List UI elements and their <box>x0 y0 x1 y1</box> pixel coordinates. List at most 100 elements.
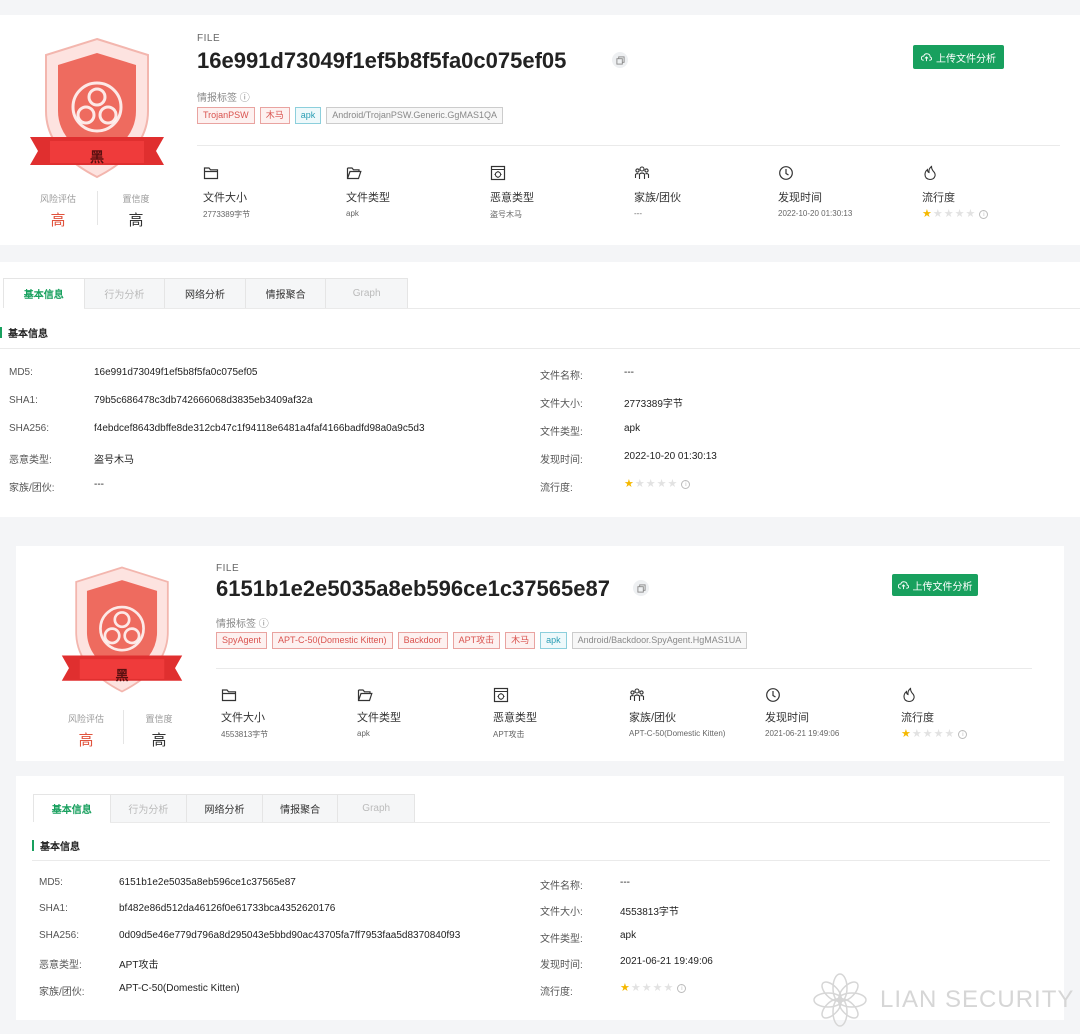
info-icon[interactable]: i <box>958 730 968 739</box>
lotus-logo-icon <box>813 973 867 1027</box>
tag-item[interactable]: TrojanPSW <box>197 107 255 124</box>
file-label: FILE <box>216 563 240 574</box>
intel-tags: TrojanPSW 木马 apk Android/TrojanPSW.Gener… <box>197 107 503 124</box>
md5-value: 16e991d73049f1ef5b8f5fa0c075ef05 <box>94 367 258 378</box>
family-value: --- <box>94 479 104 490</box>
threat-badge-icon: 黑 <box>60 562 184 697</box>
copy-icon[interactable] <box>633 580 649 596</box>
star-icon: ★ <box>663 982 674 994</box>
tag-item[interactable]: 木马 <box>505 632 536 649</box>
kv-label: 家族/团伙: <box>39 987 85 998</box>
malware-type-value: 盗号木马 <box>94 455 134 466</box>
star-icon: ★ <box>901 728 911 740</box>
star-icon: ★ <box>965 208 976 220</box>
popularity-stars: ★ ★ ★ ★ ★ i <box>901 729 1041 740</box>
stat-popularity: 流行度 ★ ★ ★ ★ ★ i <box>901 687 1041 740</box>
upload-file-button[interactable]: 上传文件分析 <box>913 45 1004 69</box>
sha1-value: 79b5c686478c3db742666068d3835eb3409af32a <box>94 395 313 406</box>
kv-label: 文件大小: <box>540 399 583 410</box>
file-summary-card: 黑 风险评估 高 置信度 高 FILE 16e991d73049f1ef5b8f… <box>0 15 1080 245</box>
tag-item[interactable]: apk <box>540 632 567 649</box>
section-divider <box>0 348 1080 349</box>
star-icon: ★ <box>634 478 645 490</box>
stat-file-type: 文件类型 apk <box>346 165 486 218</box>
tab-basic-info[interactable]: 基本信息 <box>34 795 111 822</box>
tag-item[interactable]: Android/Backdoor.SpyAgent.HgMAS1UA <box>571 632 748 649</box>
tab-intel[interactable]: 情报聚合 <box>262 795 339 822</box>
copy-icon[interactable] <box>612 52 628 68</box>
star-icon: ★ <box>624 478 634 490</box>
confidence: 置信度 高 <box>122 194 150 229</box>
tag-item[interactable]: Backdoor <box>397 632 448 649</box>
info-icon[interactable]: i <box>677 984 687 993</box>
tab-bar: 基本信息 行为分析 网络分析 情报聚合 Graph <box>33 794 415 822</box>
risk-divider <box>123 710 124 744</box>
kv-label: 流行度: <box>540 987 573 998</box>
upload-file-button[interactable]: 上传文件分析 <box>892 574 978 596</box>
stat-file-size: 文件大小 2773389字节 <box>203 165 343 220</box>
folder-open-icon <box>346 165 362 181</box>
kv-label: 文件名称: <box>540 371 583 382</box>
badge-label: 黑 <box>115 668 129 683</box>
tab-basic-info[interactable]: 基本信息 <box>4 279 85 308</box>
tab-bar: 基本信息 行为分析 网络分析 情报聚合 Graph <box>3 278 408 308</box>
clock-icon <box>765 687 781 703</box>
flame-icon <box>922 165 938 181</box>
tag-item[interactable]: 木马 <box>259 107 290 124</box>
group-icon <box>629 687 645 703</box>
info-icon: ⓘ <box>258 619 269 630</box>
star-icon: ★ <box>656 478 667 490</box>
stat-file-type: 文件类型 apk <box>357 687 497 738</box>
tab-network[interactable]: 网络分析 <box>187 795 263 822</box>
stat-discovery-time: 发现时间 2022-10-20 01:30:13 <box>778 165 918 218</box>
tab-graph[interactable]: Graph <box>326 279 407 308</box>
stat-family: 家族/团伙 APT-C-50(Domestic Kitten) <box>629 687 769 738</box>
star-icon: ★ <box>933 728 944 740</box>
popularity-stars: ★ ★ ★ ★ ★ i <box>922 209 1062 220</box>
md5-value: 6151b1e2e5035a8eb596ce1c37565e87 <box>119 877 296 888</box>
tab-underline <box>110 822 1050 823</box>
star-icon: ★ <box>943 208 954 220</box>
star-icon: ★ <box>911 728 922 740</box>
info-icon: ⓘ <box>239 93 250 104</box>
kv-label: MD5: <box>9 367 33 378</box>
details-panel: 基本信息 行为分析 网络分析 情报聚合 Graph 基本信息 MD5: 16e9… <box>0 262 1080 517</box>
star-icon: ★ <box>922 728 933 740</box>
sha256-value: f4ebdcef8643dbffe8de312cb47c1f94118e6481… <box>94 423 425 434</box>
tag-item[interactable]: Android/TrojanPSW.Generic.GgMAS1QA <box>326 107 503 124</box>
tab-behavior[interactable]: 行为分析 <box>84 279 166 308</box>
tag-item[interactable]: apk <box>294 107 322 124</box>
popularity-stars: ★ ★ ★ ★ ★ i <box>624 478 691 490</box>
confidence: 置信度 高 <box>145 714 173 749</box>
file-hash-title: 6151b1e2e5035a8eb596ce1c37565e87 <box>216 576 610 601</box>
kv-label: 发现时间: <box>540 960 583 971</box>
header-divider <box>197 145 1060 146</box>
tab-behavior[interactable]: 行为分析 <box>110 795 188 822</box>
info-icon[interactable]: i <box>681 480 691 489</box>
discovery-time-value: 2021-06-21 19:49:06 <box>620 956 713 967</box>
folder-open-icon <box>357 687 373 703</box>
virus-window-icon <box>490 165 506 181</box>
discovery-time-value: 2022-10-20 01:30:13 <box>624 451 717 462</box>
tag-item[interactable]: APT-C-50(Domestic Kitten) <box>272 632 393 649</box>
file-size-value: 2773389字节 <box>624 399 683 410</box>
watermark-text: LIAN SECURITY <box>880 986 1075 1013</box>
kv-label: 流行度: <box>540 483 573 494</box>
tab-graph[interactable]: Graph <box>338 795 414 822</box>
tab-network[interactable]: 网络分析 <box>165 279 246 308</box>
tag-item[interactable]: SpyAgent <box>216 632 268 649</box>
info-icon[interactable]: i <box>979 210 989 219</box>
virus-window-icon <box>493 687 509 703</box>
star-icon: ★ <box>630 982 641 994</box>
star-icon: ★ <box>645 478 656 490</box>
cloud-upload-icon <box>897 580 909 589</box>
star-icon: ★ <box>620 982 630 994</box>
stat-malware-type: 恶意类型 APT攻击 <box>493 687 633 740</box>
intel-tags-label: 情报标签 ⓘ <box>197 93 250 104</box>
sha1-value: bf482e86d512da46126f0e61733bca4352620176 <box>119 903 336 914</box>
file-size-value: 4553813字节 <box>620 907 679 918</box>
tag-item[interactable]: APT攻击 <box>452 632 501 649</box>
tab-intel[interactable]: 情报聚合 <box>245 279 327 308</box>
stat-malware-type: 恶意类型 盗号木马 <box>490 165 630 220</box>
file-name-value: --- <box>620 877 630 888</box>
